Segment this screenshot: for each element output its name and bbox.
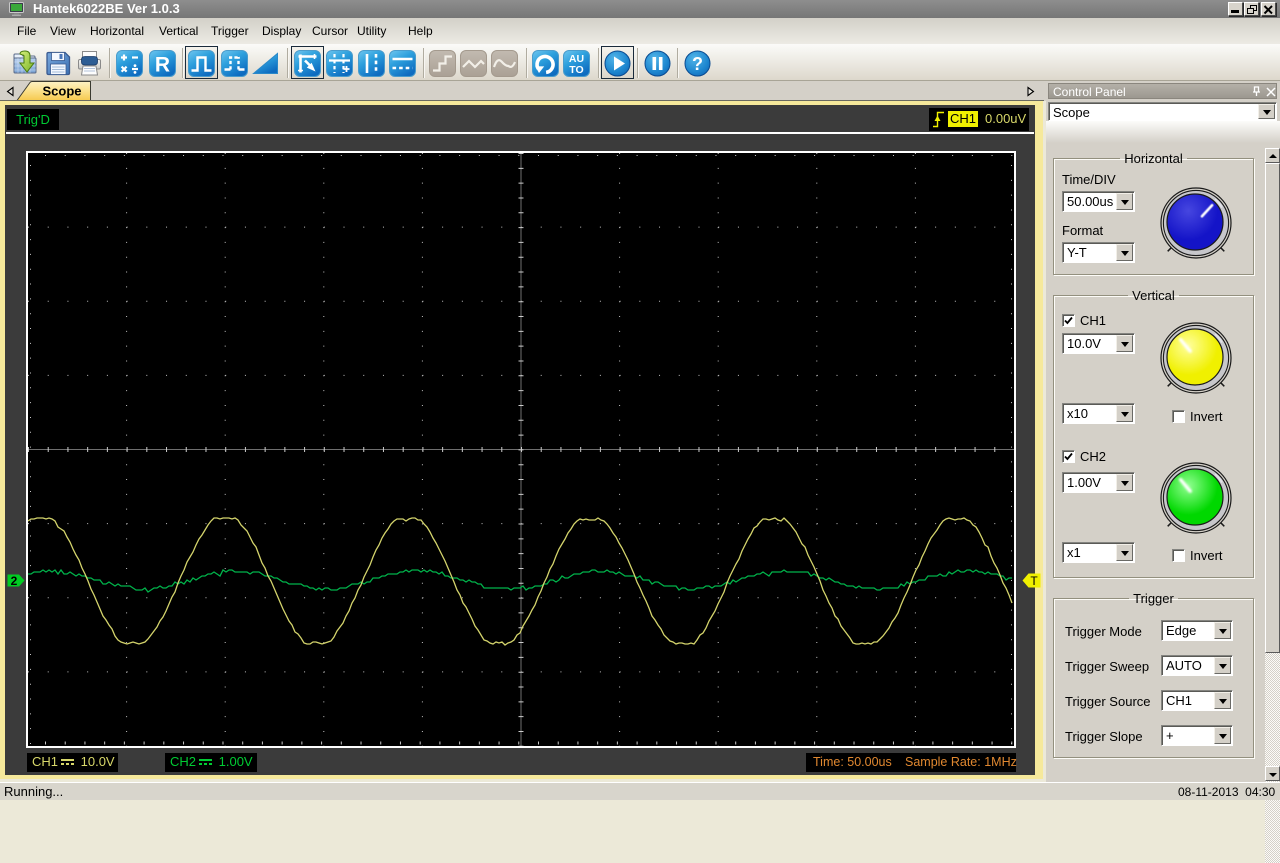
svg-text:R: R (155, 54, 170, 77)
svg-text:2: 2 (11, 574, 18, 587)
svg-text:Scope: Scope (42, 84, 81, 99)
svg-text:T: T (1030, 574, 1038, 588)
svg-text:?: ? (692, 54, 703, 74)
svg-text:TO: TO (569, 64, 583, 76)
